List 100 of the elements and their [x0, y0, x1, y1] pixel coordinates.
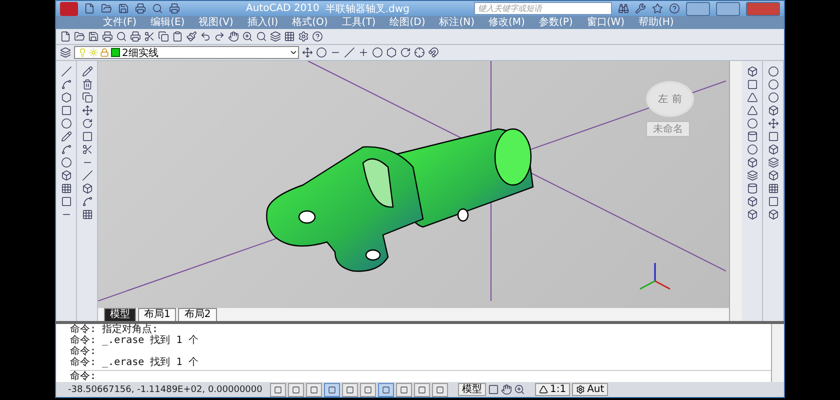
copy-icon[interactable]	[82, 92, 92, 103]
layout-tab[interactable]: 布局1	[138, 308, 176, 322]
layout-tab[interactable]: 布局2	[178, 308, 217, 322]
menu-item[interactable]: 修改(M)	[482, 16, 532, 29]
toggle-square-icon	[346, 386, 354, 394]
circle-icon[interactable]	[372, 47, 383, 58]
annotation-scale-button[interactable]: 1:1	[535, 383, 570, 396]
command-scrollbar[interactable]	[771, 324, 784, 382]
pencil-icon[interactable]	[60, 131, 72, 142]
drafting-toggle[interactable]	[342, 382, 358, 396]
curve-icon[interactable]	[60, 79, 72, 90]
menu-item[interactable]: 工具(T)	[334, 16, 383, 29]
menu-item[interactable]: 窗口(W)	[580, 16, 632, 29]
rotate-icon[interactable]	[82, 118, 92, 129]
drafting-toggle[interactable]	[270, 382, 286, 396]
search-field[interactable]: 键入关键字或短语	[474, 2, 612, 15]
menu-item[interactable]: 参数(P)	[532, 16, 580, 29]
folder-icon[interactable]	[101, 3, 112, 14]
drafting-toggle[interactable]	[378, 382, 394, 396]
move-icon[interactable]	[302, 47, 313, 58]
menu-item[interactable]: 编辑(E)	[144, 16, 192, 29]
rectangle-icon[interactable]	[60, 105, 72, 116]
hexagon-icon[interactable]	[386, 47, 397, 58]
brush-icon[interactable]	[186, 31, 197, 42]
menu-item[interactable]: 格式(O)	[285, 16, 335, 29]
box-icon[interactable]	[768, 209, 778, 220]
box-icon[interactable]	[768, 170, 778, 181]
wrench-icon[interactable]	[635, 3, 646, 14]
zoom-window-icon[interactable]	[256, 31, 267, 42]
square-icon[interactable]	[768, 196, 778, 207]
folder-icon[interactable]	[74, 31, 85, 42]
save-icon[interactable]	[88, 31, 99, 42]
polygon-icon[interactable]	[60, 92, 72, 103]
vertical-scrollbar[interactable]	[729, 61, 742, 321]
copy-icon[interactable]	[158, 31, 169, 42]
menu-item[interactable]: 绘图(D)	[382, 16, 432, 29]
menu-item[interactable]: 插入(I)	[240, 16, 286, 29]
gear-icon	[576, 385, 586, 394]
save-icon[interactable]	[118, 3, 129, 14]
help-icon[interactable]	[312, 31, 323, 42]
spline-icon[interactable]	[60, 144, 72, 155]
line-icon[interactable]	[60, 66, 72, 77]
menu-item[interactable]: 帮助(H)	[632, 16, 681, 29]
drafting-toggle[interactable]	[414, 382, 430, 396]
layer-dropdown[interactable]: 2细实线	[74, 46, 299, 59]
print-icon[interactable]	[135, 3, 146, 14]
drafting-toggle[interactable]	[432, 382, 448, 396]
settings-icon[interactable]	[298, 31, 309, 42]
grid-icon[interactable]	[284, 31, 295, 42]
undo-icon[interactable]	[200, 31, 211, 42]
grid-icon[interactable]	[768, 183, 778, 194]
circle-icon[interactable]	[60, 118, 72, 129]
drafting-toggle[interactable]	[324, 382, 340, 396]
binoculars-icon[interactable]	[618, 3, 629, 14]
menu-item[interactable]: 视图(V)	[192, 16, 240, 29]
paste-icon[interactable]	[172, 31, 183, 42]
help-icon[interactable]	[669, 3, 680, 14]
drawing-canvas[interactable]: 左 前 未命名	[98, 61, 729, 308]
minimize-button[interactable]	[686, 2, 710, 16]
app-logo[interactable]	[60, 2, 78, 16]
layers-icon[interactable]	[768, 157, 778, 168]
viewcube[interactable]: 左 前	[646, 81, 694, 117]
print-icon[interactable]	[102, 31, 113, 42]
pencil-icon[interactable]	[82, 66, 92, 77]
new-file-icon[interactable]	[84, 3, 95, 14]
drafting-toggle[interactable]	[396, 382, 412, 396]
cylinder-icon[interactable]	[746, 131, 758, 142]
coordinates-readout: -38.50667156, -1.11489E+02, 0.00000000	[68, 384, 264, 394]
move-icon[interactable]	[82, 105, 92, 116]
pan-icon[interactable]	[501, 384, 512, 395]
slash-icon[interactable]	[344, 47, 355, 58]
menu-item[interactable]: 文件(F)	[96, 16, 144, 29]
redo-icon[interactable]	[214, 31, 225, 42]
workspace-button[interactable]: Aut	[572, 383, 608, 396]
view-name-label[interactable]: 未命名	[646, 121, 690, 137]
drafting-toggle[interactable]	[360, 382, 376, 396]
pan-icon[interactable]	[228, 31, 239, 42]
square-icon[interactable]	[746, 79, 758, 90]
layers-icon[interactable]	[60, 47, 71, 58]
zoom-icon[interactable]	[514, 384, 525, 395]
rotate-icon[interactable]	[400, 47, 411, 58]
drafting-toggle[interactable]	[306, 382, 322, 396]
layers-icon[interactable]	[270, 31, 281, 42]
erase-icon[interactable]	[82, 79, 92, 90]
zoom-icon[interactable]	[242, 31, 253, 42]
close-button[interactable]	[746, 2, 780, 16]
box-icon[interactable]	[746, 66, 758, 77]
magnet-icon[interactable]	[428, 47, 439, 58]
cut-icon[interactable]	[144, 31, 155, 42]
move-icon[interactable]	[768, 118, 778, 129]
drafting-toggle[interactable]	[288, 382, 304, 396]
crosshair-icon[interactable]	[414, 47, 425, 58]
star-icon[interactable]	[652, 3, 663, 14]
layout-tab[interactable]: 模型	[104, 308, 136, 322]
maximize-button[interactable]	[716, 2, 740, 16]
new-file-icon[interactable]	[60, 31, 71, 42]
model-button[interactable]: 模型	[458, 383, 486, 396]
toggle-square-icon	[382, 386, 390, 394]
cross-icon[interactable]	[358, 47, 369, 58]
menu-item[interactable]: 标注(N)	[432, 16, 482, 29]
